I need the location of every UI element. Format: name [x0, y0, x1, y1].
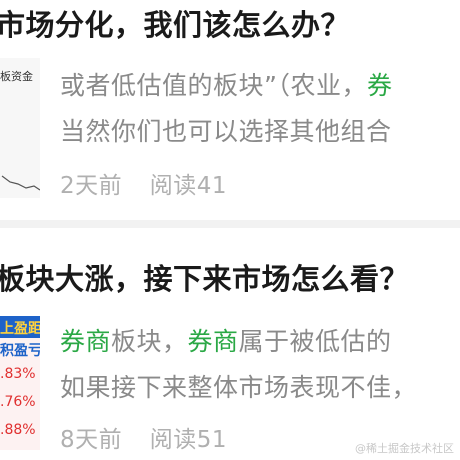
snippet-highlight: 券	[366, 71, 393, 100]
article-title[interactable]: 市场分化，我们该怎么办？	[0, 2, 350, 44]
article-title-text: 市场分化，我们该怎么办？	[0, 8, 351, 42]
snippet-text: 当然你们也可以选择其他组合	[60, 117, 392, 146]
snippet-text: 板块，	[111, 327, 188, 356]
thumbnail-text: .76%	[0, 394, 36, 410]
article-thumbnail[interactable]: 上盈距 积盈亏 .83% .76% .88%	[0, 316, 40, 450]
list-divider	[0, 220, 460, 228]
article-thumbnail[interactable]: 板资金	[0, 58, 40, 198]
article-meta: 8天前 阅读51	[60, 420, 227, 454]
watermark: @稀土掘金技术社区	[355, 442, 454, 455]
thumbnail-text: .88%	[0, 422, 36, 438]
snippet-highlight: 券商	[187, 327, 239, 356]
thumbnail-text: 积盈亏	[0, 343, 40, 359]
article-snippet: 或者低估值的板块”（农业，券	[60, 66, 392, 102]
snippet-text: 如果接下来整体市场表现不佳，	[60, 373, 418, 402]
article-age: 2天前	[60, 173, 123, 199]
article-meta: 2天前 阅读41	[60, 166, 227, 200]
article-snippet-line2: 如果接下来整体市场表现不佳，	[60, 368, 417, 404]
article-snippet: 券商板块，券商属于被低估的	[60, 322, 392, 358]
article-reads: 阅读51	[149, 427, 228, 453]
snippet-highlight: 券商	[60, 327, 112, 356]
snippet-text: 或者低估值的板块”（农业，	[60, 71, 367, 100]
thumbnail-text: 上盈距	[0, 321, 40, 337]
article-reads: 阅读41	[149, 173, 228, 199]
thumbnail-line-chart-icon	[1, 175, 40, 191]
article-snippet-line2: 当然你们也可以选择其他组合	[60, 112, 392, 148]
article-age: 8天前	[60, 427, 123, 453]
article-title[interactable]: 板块大涨，接下来市场怎么看？	[0, 256, 409, 298]
thumbnail-text: .83%	[0, 366, 36, 382]
snippet-text: 属于被低估的	[238, 327, 392, 356]
article-title-text: 板块大涨，接下来市场怎么看？	[0, 262, 410, 296]
